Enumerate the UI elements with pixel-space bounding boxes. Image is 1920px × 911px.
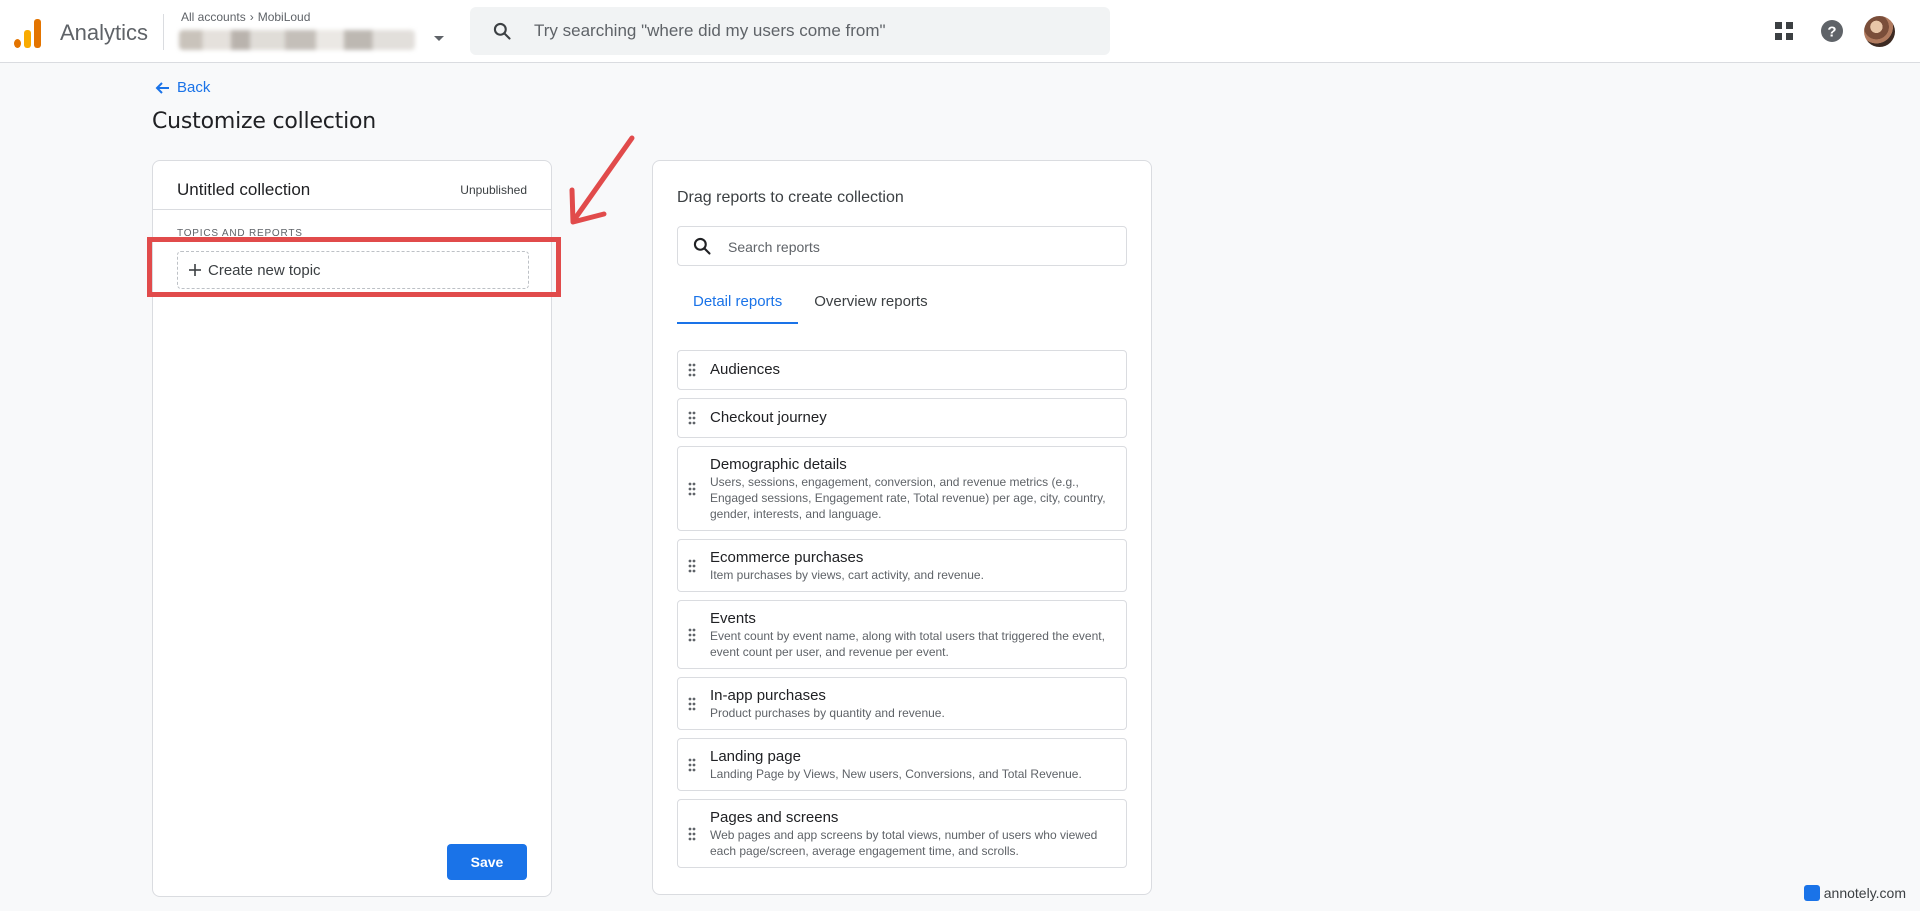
report-name: Pages and screens [710, 809, 839, 826]
status-badge: Unpublished [460, 183, 527, 197]
list-item[interactable]: In-app purchases Product purchases by qu… [677, 677, 1127, 730]
list-item[interactable]: Checkout journey [677, 398, 1127, 438]
report-list: Audiences Checkout journey Demographic d… [677, 350, 1127, 876]
report-description: Product purchases by quantity and revenu… [710, 706, 945, 720]
annotely-logo-icon [1803, 885, 1820, 901]
report-description: Item purchases by views, cart activity, … [710, 568, 984, 582]
collection-header: Untitled collection Unpublished [153, 161, 551, 210]
divider [163, 14, 164, 50]
tab-overview-reports[interactable]: Overview reports [798, 293, 943, 324]
drag-handle-icon[interactable] [688, 411, 696, 425]
report-description: Users, sessions, engagement, conversion,… [710, 475, 1106, 521]
save-button[interactable]: Save [447, 844, 527, 880]
list-item[interactable]: Audiences [677, 350, 1127, 390]
back-link[interactable]: Back [155, 79, 210, 96]
annotation-highlight-box [147, 237, 561, 297]
report-name: Landing page [710, 748, 801, 765]
annotation-arrow-icon [569, 135, 635, 225]
property-dropdown-caret-icon[interactable] [434, 36, 444, 41]
help-icon[interactable]: ? [1818, 17, 1846, 45]
arrow-back-icon [155, 81, 169, 94]
report-name: Events [710, 610, 756, 627]
avatar[interactable] [1864, 16, 1895, 47]
tab-detail-reports[interactable]: Detail reports [677, 293, 799, 324]
report-name: Audiences [710, 361, 781, 378]
report-description: Web pages and app screens by total views… [710, 828, 1098, 858]
list-item[interactable]: Landing page Landing Page by Views, New … [677, 738, 1127, 791]
svg-text:?: ? [1827, 24, 1836, 41]
collection-name[interactable]: Untitled collection [177, 180, 310, 200]
breadcrumb-account[interactable]: MobiLoud [258, 10, 311, 24]
drag-handle-icon[interactable] [688, 697, 696, 711]
back-label[interactable]: Back [177, 79, 210, 96]
report-name: Demographic details [710, 456, 847, 473]
report-library-panel: Drag reports to create collection Detail… [652, 160, 1152, 895]
drag-handle-icon[interactable] [688, 559, 696, 573]
list-item[interactable]: Demographic details Users, sessions, eng… [677, 446, 1127, 531]
watermark-text: annotely.com [1823, 885, 1906, 901]
page-title: Customize collection [152, 109, 377, 134]
drag-handle-icon[interactable] [688, 482, 696, 496]
app-name[interactable]: Analytics [60, 20, 148, 46]
report-name: In-app purchases [710, 687, 826, 704]
drag-handle-icon[interactable] [688, 628, 696, 642]
breadcrumb-root[interactable]: All accounts [181, 10, 246, 24]
report-tabs: Detail reports Overview reports [677, 293, 944, 324]
property-selector-blurred[interactable] [179, 30, 415, 50]
report-description: Landing Page by Views, New users, Conver… [710, 767, 1082, 781]
list-item[interactable]: Ecommerce purchases Item purchases by vi… [677, 539, 1127, 592]
drag-handle-icon[interactable] [688, 363, 696, 377]
account-breadcrumb[interactable]: All accounts › MobiLoud [181, 10, 310, 24]
report-name: Checkout journey [710, 409, 827, 426]
global-search-placeholder: Try searching "where did my users come f… [534, 21, 886, 40]
search-icon [693, 237, 711, 255]
chevron-right-icon: › [249, 10, 254, 24]
search-icon [493, 22, 511, 40]
list-item[interactable]: Events Event count by event name, along … [677, 600, 1127, 669]
report-name: Ecommerce purchases [710, 549, 864, 566]
list-item[interactable]: Pages and screens Web pages and app scre… [677, 799, 1127, 868]
apps-grid-icon[interactable] [1770, 17, 1798, 45]
analytics-logo-icon[interactable] [14, 18, 42, 48]
global-search-bar[interactable]: Try searching "where did my users come f… [470, 7, 1110, 55]
report-search-field[interactable] [677, 226, 1127, 266]
report-description: Event count by event name, along with to… [710, 629, 1105, 659]
library-title: Drag reports to create collection [677, 189, 904, 206]
top-app-bar: Analytics All accounts › MobiLoud Try sear… [0, 0, 1920, 63]
watermark: annotely.com [1803, 885, 1906, 901]
drag-handle-icon[interactable] [688, 827, 696, 841]
drag-handle-icon[interactable] [688, 758, 696, 772]
report-search-input[interactable] [728, 236, 1108, 258]
